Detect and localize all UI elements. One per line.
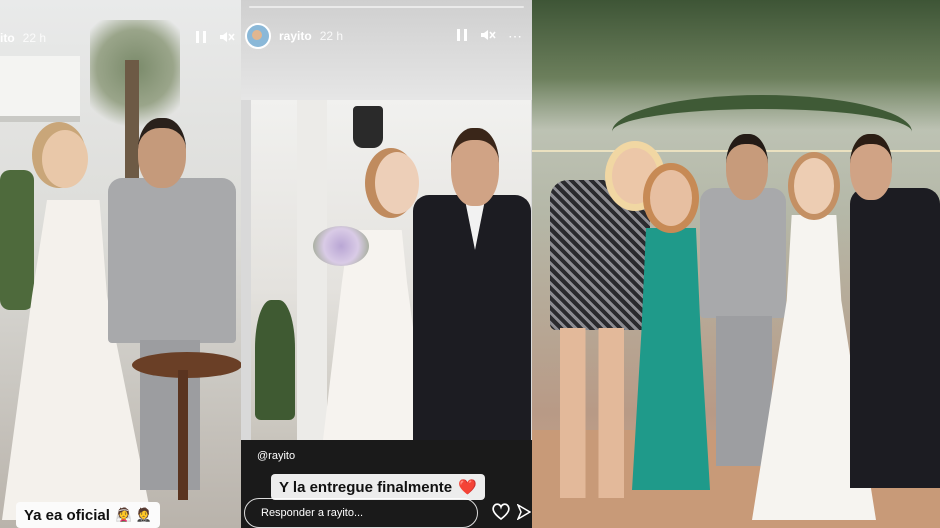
group-photo — [532, 0, 940, 528]
groom-gray-head — [726, 134, 768, 200]
story-header: rayito 22 h ⋯ — [241, 22, 532, 50]
story-username[interactable]: rayito — [279, 29, 312, 43]
mention-tag[interactable]: @rayito — [257, 450, 295, 462]
send-icon[interactable] — [516, 503, 532, 525]
story-username[interactable]: ito — [0, 31, 15, 45]
caption-text: Y la entregue finalmente — [279, 478, 453, 496]
heart-emoji: ❤️ — [458, 479, 477, 496]
plants — [0, 170, 34, 310]
pause-icon[interactable] — [456, 28, 468, 45]
plant-left — [255, 300, 295, 420]
story-middle[interactable]: rayito 22 h ⋯ @rayito Y la entregue fina… — [241, 0, 532, 528]
story-caption: Ya ea oficial 👰 🤵 — [16, 502, 160, 528]
story-top-bg — [241, 0, 532, 100]
groom-head — [138, 118, 186, 188]
tree-trunk — [125, 60, 139, 180]
groom-gray-suit — [700, 188, 786, 318]
table-leg — [178, 370, 188, 500]
pause-icon[interactable] — [195, 30, 207, 47]
story-progress-bar — [249, 6, 524, 8]
story-header: ito 22 h — [0, 24, 241, 52]
guest-sequin-legs — [560, 328, 624, 498]
lamp — [353, 106, 383, 148]
mute-icon[interactable] — [219, 30, 235, 47]
mute-icon[interactable] — [480, 28, 496, 45]
caption-emojis: 👰 🤵 — [115, 507, 152, 522]
story-time: 22 h — [319, 29, 344, 43]
story-time: 22 h — [22, 31, 47, 45]
story-caption: Y la entregue finalmente ❤️ — [271, 474, 485, 500]
more-icon[interactable]: ⋯ — [508, 29, 522, 43]
story-left[interactable]: ito 22 h Ya ea oficial 👰 🤵 — [0, 0, 241, 528]
groom-black-tux — [850, 188, 940, 488]
reply-input[interactable]: Responder a rayito... — [244, 498, 478, 528]
bride-head — [42, 130, 88, 188]
groom-gray-pants — [716, 316, 772, 466]
column — [297, 100, 327, 440]
guest-teal-head — [650, 170, 692, 226]
story-controls — [195, 30, 235, 47]
story-controls: ⋯ — [456, 28, 522, 45]
bouquet — [313, 226, 369, 266]
bride-head — [375, 152, 419, 214]
profile-avatar[interactable] — [245, 23, 271, 49]
caption-text: Ya ea oficial — [24, 506, 110, 524]
bride-white-head — [794, 158, 834, 214]
groom-suit — [108, 178, 236, 343]
heart-icon[interactable] — [491, 503, 511, 526]
groom-head — [451, 128, 499, 206]
reply-placeholder: Responder a rayito... — [261, 507, 364, 519]
building-roof — [0, 56, 80, 122]
groom-black-head — [850, 134, 892, 200]
